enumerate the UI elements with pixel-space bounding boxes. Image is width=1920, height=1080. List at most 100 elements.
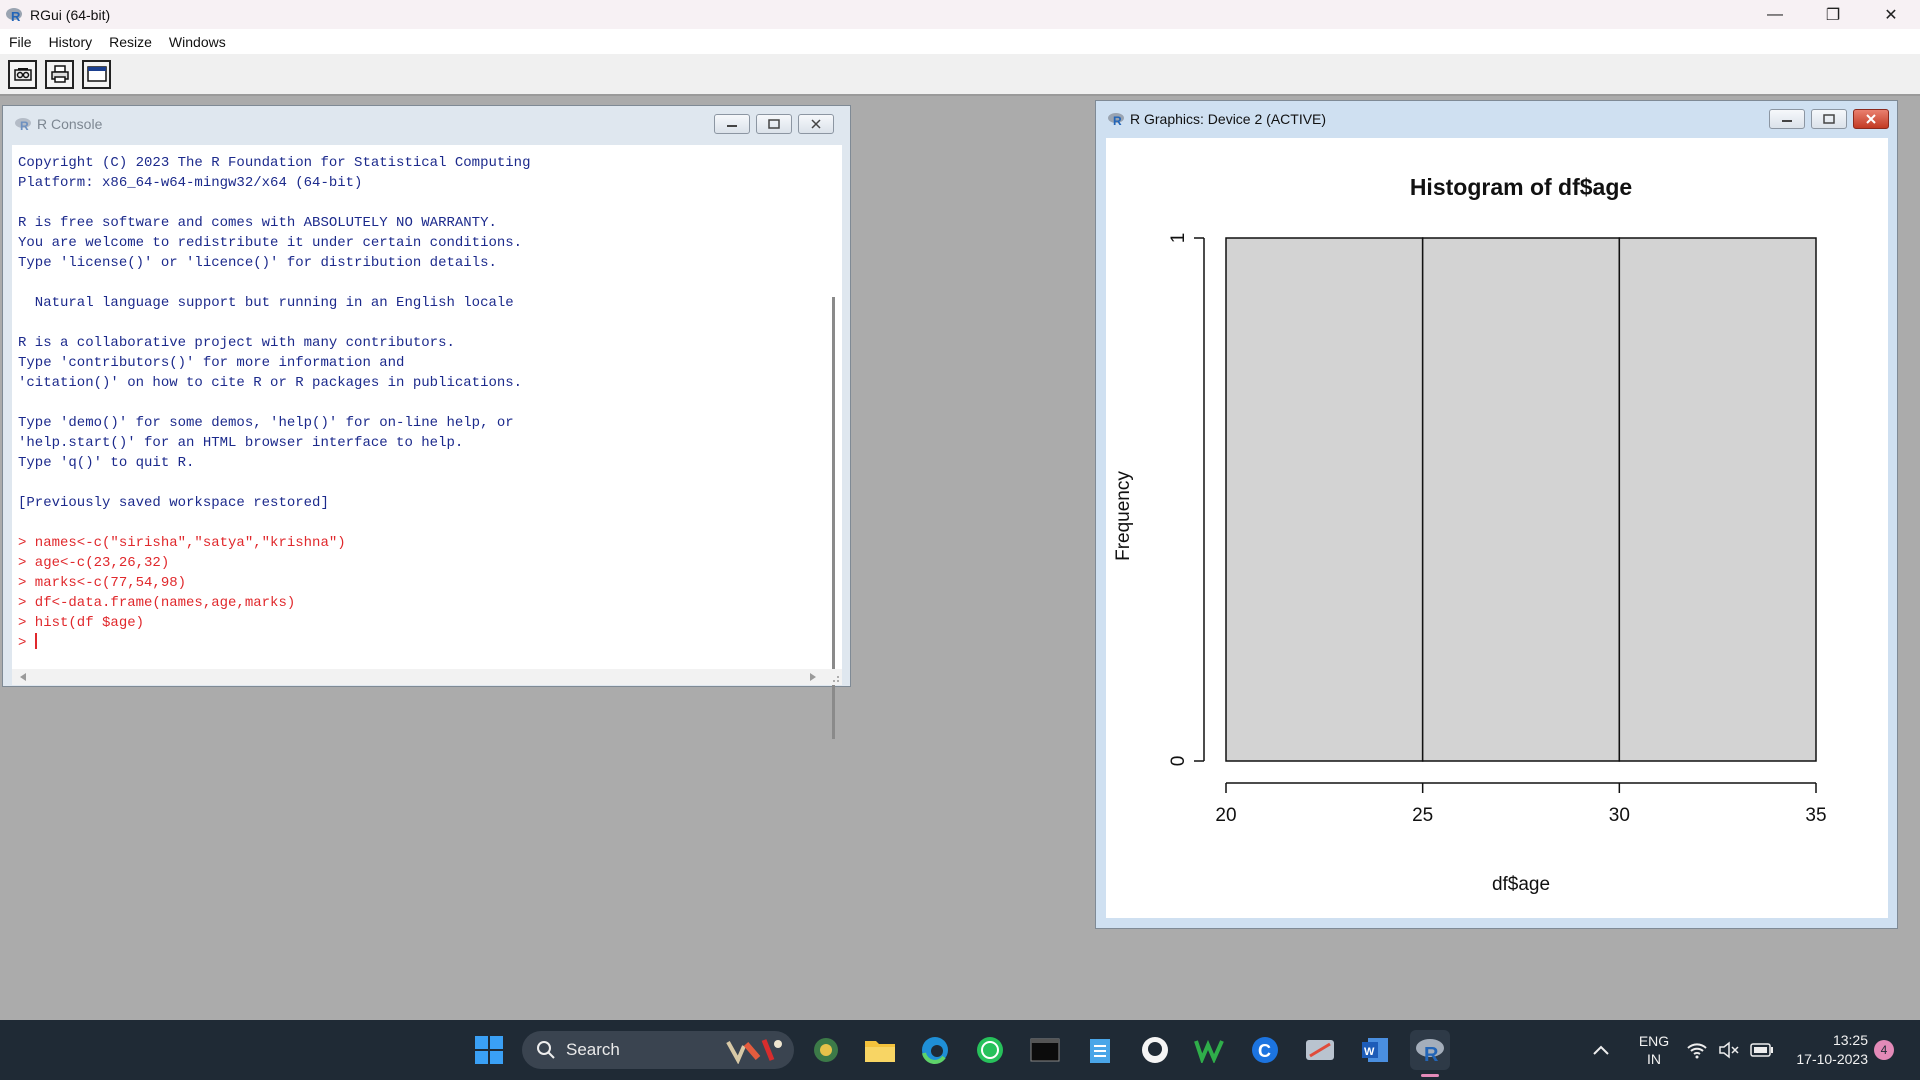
graphics-minimize-button[interactable]	[1769, 109, 1805, 129]
toolbar	[0, 54, 1920, 96]
edge-button[interactable]	[915, 1030, 955, 1070]
console-output-line: Copyright (C) 2023 The R Foundation for …	[18, 155, 531, 171]
wifi-icon	[1687, 1043, 1707, 1059]
minimize-icon	[1782, 120, 1792, 122]
print-button[interactable]	[45, 59, 74, 89]
terminal-button[interactable]	[1025, 1030, 1065, 1070]
r-icon: R	[1416, 1039, 1444, 1063]
text-cursor	[34, 633, 37, 649]
r-console-window[interactable]: R R Console Copyright (C) 2023 The R Fou…	[2, 105, 851, 739]
svg-text:R: R	[1424, 1044, 1439, 1063]
r-graphics-window[interactable]: R R Graphics: Device 2 (ACTIVE) Histogra…	[1095, 100, 1898, 929]
scroll-left-icon[interactable]	[18, 672, 28, 682]
console-maximize-button[interactable]	[756, 114, 792, 134]
x-tick-label: 25	[1412, 805, 1433, 826]
histogram-chart: Histogram of df$age 0 1 20 25 30 35 df$age F…	[1113, 174, 1827, 895]
histogram-bar	[1225, 237, 1424, 762]
search-icon	[537, 1041, 555, 1059]
restore-button[interactable]: ❐	[1804, 0, 1862, 29]
console-prompt[interactable]: >	[18, 633, 530, 653]
r-gui-button[interactable]: R	[1410, 1030, 1450, 1070]
console-output-line: 'citation()' on how to cite R or R packa…	[18, 375, 523, 391]
close-button[interactable]: ✕	[1862, 0, 1920, 29]
edge-beta-icon	[814, 1038, 838, 1062]
svg-text:R: R	[20, 119, 29, 131]
histogram-bar	[1618, 237, 1817, 762]
y-tick-label: 1	[1168, 233, 1189, 244]
word-online-button[interactable]	[1190, 1030, 1230, 1070]
print-icon	[50, 65, 69, 83]
open-script-icon	[13, 68, 32, 81]
whatsapp-button[interactable]	[970, 1030, 1010, 1070]
svg-text:R: R	[11, 9, 21, 23]
y-axis-label: Frequency	[1113, 471, 1134, 561]
r-logo-icon: R	[15, 117, 31, 131]
menu-bar: File History Resize Windows	[0, 29, 1920, 54]
window-button[interactable]	[82, 59, 111, 89]
graphics-canvas: Histogram of df$age 0 1 20 25 30 35 df$age F…	[1106, 138, 1888, 918]
console-close-button[interactable]	[798, 114, 834, 134]
file-explorer-button[interactable]	[860, 1030, 900, 1070]
terminal-icon	[1030, 1038, 1060, 1062]
console-command-line: > marks<-c(77,54,98)	[18, 575, 187, 591]
console-vertical-scrollbar[interactable]	[824, 145, 842, 739]
search-label: Search	[566, 1040, 620, 1059]
edge-beta-button[interactable]	[806, 1030, 846, 1070]
clock[interactable]: 13:25 17-10-2023	[1782, 1020, 1868, 1080]
ccleaner-button[interactable]: C	[1245, 1030, 1285, 1070]
start-button[interactable]	[469, 1030, 509, 1070]
r-studio-button[interactable]	[1300, 1030, 1340, 1070]
language-indicator[interactable]: ENG IN	[1636, 1020, 1672, 1080]
console-horizontal-scrollbar[interactable]	[12, 669, 842, 685]
chart-title: Histogram of df$age	[1410, 174, 1632, 200]
notepad-button[interactable]	[1080, 1030, 1120, 1070]
menu-windows[interactable]: Windows	[169, 34, 226, 50]
histogram-bar	[1421, 237, 1621, 762]
graphics-title: R Graphics: Device 2 (ACTIVE)	[1130, 110, 1327, 127]
menu-history[interactable]: History	[49, 34, 93, 50]
system-tray	[1592, 1020, 1610, 1080]
taskbar-search[interactable]: Search	[522, 1031, 794, 1069]
graphics-maximize-button[interactable]	[1811, 109, 1847, 129]
menu-file[interactable]: File	[9, 34, 32, 50]
graphics-close-button[interactable]	[1853, 109, 1889, 129]
word-button[interactable]: W	[1355, 1030, 1395, 1070]
console-minimize-button[interactable]	[714, 114, 750, 134]
menu-resize[interactable]: Resize	[109, 34, 152, 50]
x-tick-label: 20	[1215, 805, 1236, 826]
x-axis-label: df$age	[1492, 874, 1550, 895]
notification-badge[interactable]: 4	[1874, 1040, 1894, 1060]
console-command-line: > names<-c("sirisha","satya","krishna")	[18, 535, 346, 551]
scroll-right-icon[interactable]	[808, 672, 818, 682]
resize-grip-icon[interactable]	[830, 673, 840, 683]
file-explorer-icon	[865, 1041, 895, 1062]
minimize-button[interactable]: —	[1746, 0, 1804, 29]
app-title: RGui (64-bit)	[30, 6, 111, 23]
svg-text:W: W	[1364, 1046, 1375, 1058]
edge-icon	[922, 1037, 948, 1064]
svg-text:R: R	[1113, 114, 1122, 126]
github-button[interactable]	[1135, 1030, 1175, 1070]
chevron-up-icon[interactable]	[1592, 1044, 1610, 1056]
console-text: Copyright (C) 2023 The R Foundation for …	[18, 153, 530, 653]
active-indicator	[1421, 1074, 1439, 1077]
window-icon	[86, 66, 107, 82]
github-icon	[1142, 1037, 1168, 1063]
console-output[interactable]: Copyright (C) 2023 The R Foundation for …	[12, 145, 824, 669]
battery-icon	[1750, 1043, 1773, 1057]
taskbar: Search C W R ENG IN 13:25 17-10-2023 4	[0, 1020, 1920, 1080]
console-output-line: Natural language support but running in …	[18, 295, 514, 311]
svg-text:C: C	[1258, 1041, 1271, 1061]
close-icon	[1866, 114, 1876, 124]
r-logo-icon: R	[6, 7, 22, 23]
console-output-line: [Previously saved workspace restored]	[18, 495, 329, 511]
open-script-button[interactable]	[8, 59, 37, 89]
ccleaner-icon: C	[1252, 1037, 1278, 1063]
language-label: ENG	[1638, 1033, 1670, 1049]
console-command-line: > df<-data.frame(names,age,marks)	[18, 595, 296, 611]
quick-settings[interactable]	[1686, 1020, 1774, 1080]
